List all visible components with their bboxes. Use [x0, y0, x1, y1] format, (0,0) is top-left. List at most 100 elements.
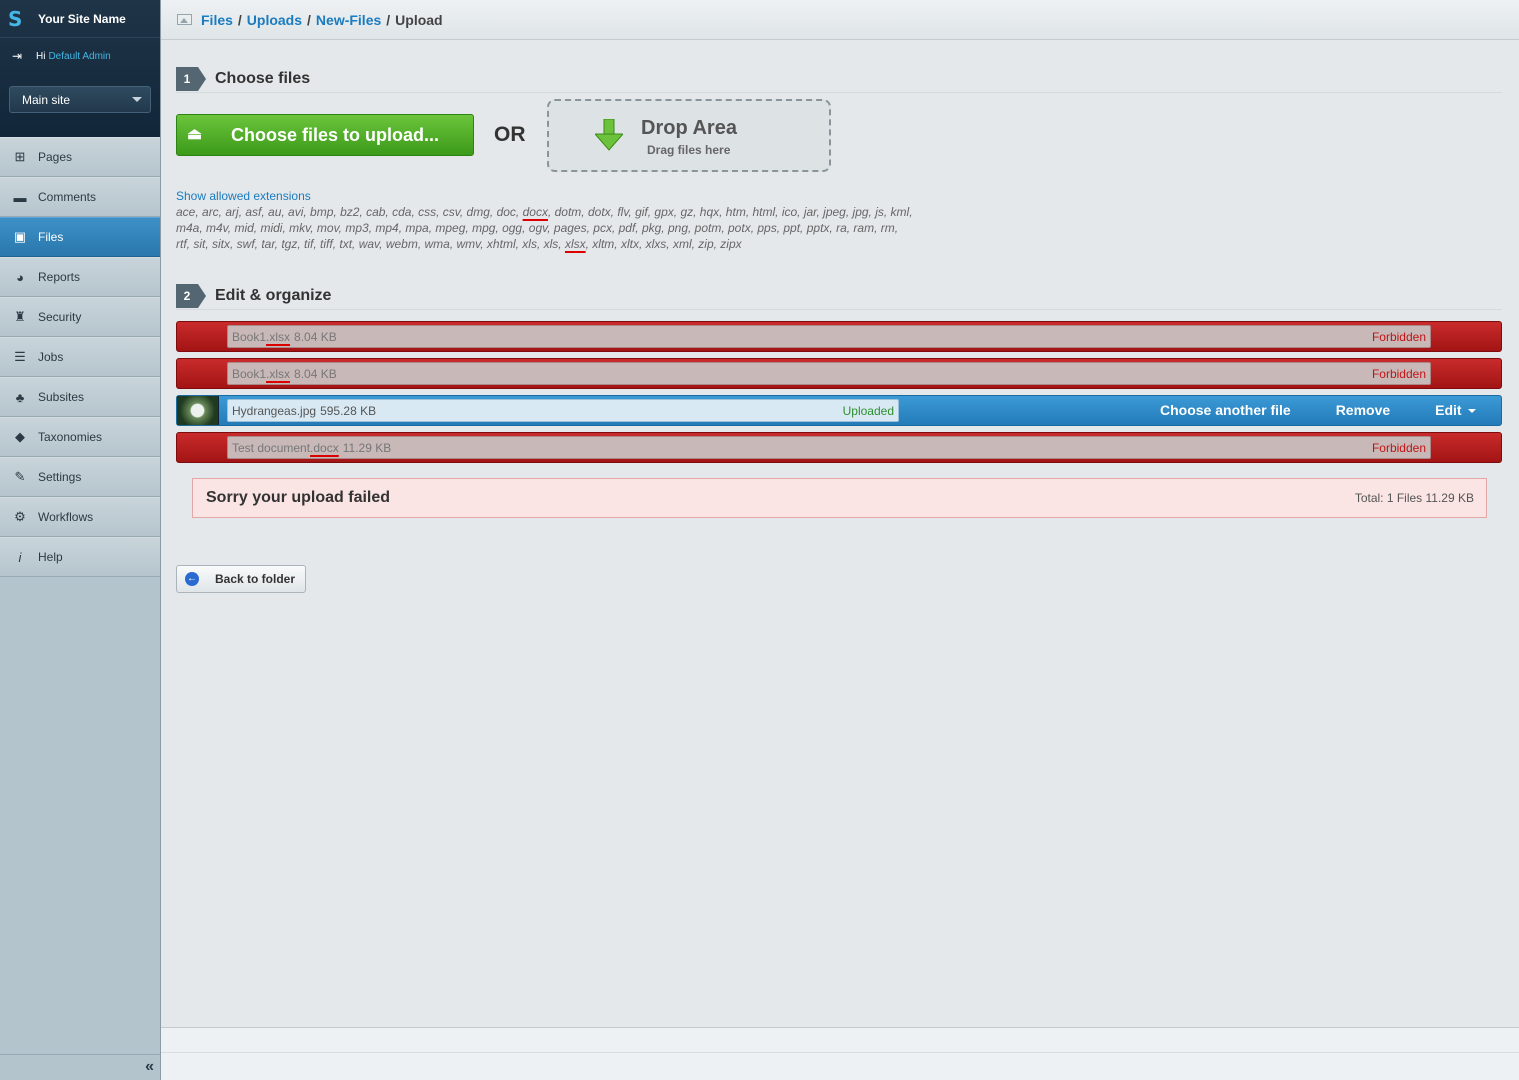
sidebar-collapse-toggle[interactable]: « — [0, 1054, 160, 1080]
breadcrumb-separator: / — [307, 11, 311, 28]
sitemap-icon: ⊞ — [14, 149, 26, 164]
sidebar-item-label: Jobs — [38, 350, 64, 364]
file-actions: Choose another file Remove Edit — [1160, 402, 1476, 418]
sidebar-item-subsites[interactable]: ♣ Subsites — [0, 377, 160, 417]
edit-label: Edit — [1435, 402, 1462, 418]
arrow-down-icon — [595, 119, 623, 151]
step-number: 2 — [176, 283, 206, 308]
sidebar-item-reports[interactable]: ◕ Reports — [0, 257, 160, 297]
sidebar-item-workflows[interactable]: ⚙ Workflows — [0, 497, 160, 537]
site-select[interactable]: Main site — [9, 86, 151, 113]
wrench-icon: ✎ — [14, 469, 26, 484]
file-size: 8.04 KB — [294, 366, 337, 381]
extensions-highlight: xlsx — [564, 237, 586, 251]
site-name: Your Site Name — [38, 11, 126, 26]
sidebar-item-pages[interactable]: ⊞ Pages — [0, 137, 160, 177]
remove-button[interactable]: Remove — [1336, 402, 1390, 418]
sidebar-item-label: Subsites — [38, 390, 85, 404]
back-to-folder-button[interactable]: ← Back to folder — [176, 565, 306, 593]
extensions-text: , dotm, dotx, flv, gif, gpx, gz, hqx, ht… — [547, 205, 913, 219]
pie-chart-icon: ◕ — [16, 269, 24, 285]
choose-files-label: Choose files to upload... — [231, 124, 440, 145]
file-name: Book1.xlsx — [232, 367, 290, 381]
breadcrumb: Files / Uploads / New-Files / Upload — [161, 0, 1519, 40]
step-title: Edit & organize — [215, 286, 332, 304]
failure-text: Sorry your upload failed — [206, 489, 391, 506]
file-thumbnail — [177, 396, 219, 425]
sidebar-item-help[interactable]: i Help — [0, 537, 160, 577]
sidebar-item-label: Settings — [38, 470, 82, 484]
info-icon: i — [18, 549, 22, 565]
upload-failed-message: Sorry your upload failed Total: 1 Files … — [192, 478, 1487, 518]
file-status: Forbidden — [1371, 330, 1426, 344]
breadcrumb-files[interactable]: Files — [201, 12, 233, 28]
file-info: Book1.xlsx 8.04 KB Forbidden — [227, 362, 1431, 385]
clipboard-icon: ☰ — [14, 349, 26, 364]
content: 1 Choose files ⏏ Choose files to upload.… — [161, 41, 1519, 1027]
upload-icon: ⏏ — [187, 126, 203, 143]
user-greeting: ⇥ Hi Default Admin — [0, 38, 160, 74]
sidebar-item-label: Comments — [38, 190, 97, 204]
logout-icon[interactable]: ⇥ — [12, 50, 26, 62]
extensions-highlight: docx — [522, 205, 548, 219]
sidebar-item-files[interactable]: ▣ Files — [0, 217, 160, 257]
image-icon: ▣ — [13, 229, 27, 244]
sidebar-item-label: Pages — [38, 150, 73, 164]
step-number: 1 — [176, 66, 206, 91]
silverstripe-logo-icon: S — [8, 6, 23, 31]
sidebar-item-jobs[interactable]: ☰ Jobs — [0, 337, 160, 377]
file-row-uploaded: Hydrangeas.jpg 595.28 KB Uploaded Choose… — [176, 395, 1502, 426]
file-name: Hydrangeas.jpg — [232, 403, 317, 418]
chevron-down-icon — [132, 97, 142, 102]
extensions-text: , xltm, xltx, xlxs, xml, zip, zipx — [585, 237, 742, 251]
file-list: Book1.xlsx 8.04 KB Forbidden Book1.xlsx … — [176, 321, 1502, 463]
sidebar-item-security[interactable]: ♜ Security — [0, 297, 160, 337]
file-size: 595.28 KB — [320, 403, 377, 418]
step-title: Choose files — [215, 69, 311, 87]
file-row-forbidden: Book1.xlsx 8.04 KB Forbidden — [176, 358, 1502, 389]
file-extension: .xlsx — [266, 329, 291, 344]
hierarchy-icon: ♣ — [15, 389, 25, 405]
sidebar-item-settings[interactable]: ✎ Settings — [0, 457, 160, 497]
chevron-down-icon — [1467, 409, 1476, 413]
arrow-left-icon: ← — [185, 572, 199, 586]
file-info: Hydrangeas.jpg 595.28 KB Uploaded — [227, 399, 899, 422]
back-to-folder-label: Back to folder — [215, 572, 296, 586]
edit-button[interactable]: Edit — [1435, 402, 1476, 418]
file-size: 11.29 KB — [342, 440, 392, 455]
sidebar-item-label: Files — [38, 230, 64, 244]
drop-area[interactable]: Drop Area Drag files here — [547, 99, 831, 172]
show-extensions-link[interactable]: Show allowed extensions — [176, 189, 1502, 203]
sidebar-item-label: Workflows — [38, 510, 94, 524]
breadcrumb-uploads[interactable]: Uploads — [247, 12, 302, 28]
extensions-text: rtf, sit, sitx, swf, tar, tgz, tif, tiff… — [176, 237, 565, 251]
file-status: Uploaded — [842, 404, 894, 418]
tag-icon: ◆ — [15, 429, 25, 444]
breadcrumb-separator: / — [237, 11, 242, 28]
sidebar-item-comments[interactable]: ▬ Comments — [0, 177, 160, 217]
profile-link[interactable]: Default Admin — [48, 51, 110, 62]
choose-files-button[interactable]: ⏏ Choose files to upload... — [176, 114, 474, 156]
greeting-text: Hi — [36, 50, 46, 62]
footer-bar — [161, 1027, 1519, 1080]
file-row-forbidden: Book1.xlsx 8.04 KB Forbidden — [176, 321, 1502, 352]
image-icon — [177, 14, 192, 25]
or-label: OR — [494, 123, 526, 146]
sidebar: S Your Site Name ⇥ Hi Default Admin Main… — [0, 0, 161, 1080]
workflow-icon: ⚙ — [14, 509, 26, 524]
site-select-value: Main site — [22, 93, 71, 107]
file-name-base: Book1 — [232, 366, 267, 381]
users-icon: ♜ — [14, 309, 26, 324]
comment-icon: ▬ — [13, 189, 27, 205]
choose-another-file-button[interactable]: Choose another file — [1160, 402, 1291, 418]
sidebar-item-label: Taxonomies — [38, 430, 103, 444]
step-heading-choose-files: 1 Choose files — [176, 65, 1502, 93]
breadcrumb-new-files[interactable]: New-Files — [316, 12, 381, 28]
sidebar-item-taxonomies[interactable]: ◆ Taxonomies — [0, 417, 160, 457]
sidebar-header: S Your Site Name ⇥ Hi Default Admin Main… — [0, 0, 160, 137]
extensions-text: ace, arc, arj, asf, au, avi, bmp, bz2, c… — [176, 205, 523, 219]
brand[interactable]: S Your Site Name — [0, 0, 160, 38]
step-heading-edit-organize: 2 Edit & organize — [176, 282, 1502, 310]
file-extension: .xlsx — [266, 366, 291, 381]
allowed-extensions-list: ace, arc, arj, asf, au, avi, bmp, bz2, c… — [176, 204, 926, 252]
